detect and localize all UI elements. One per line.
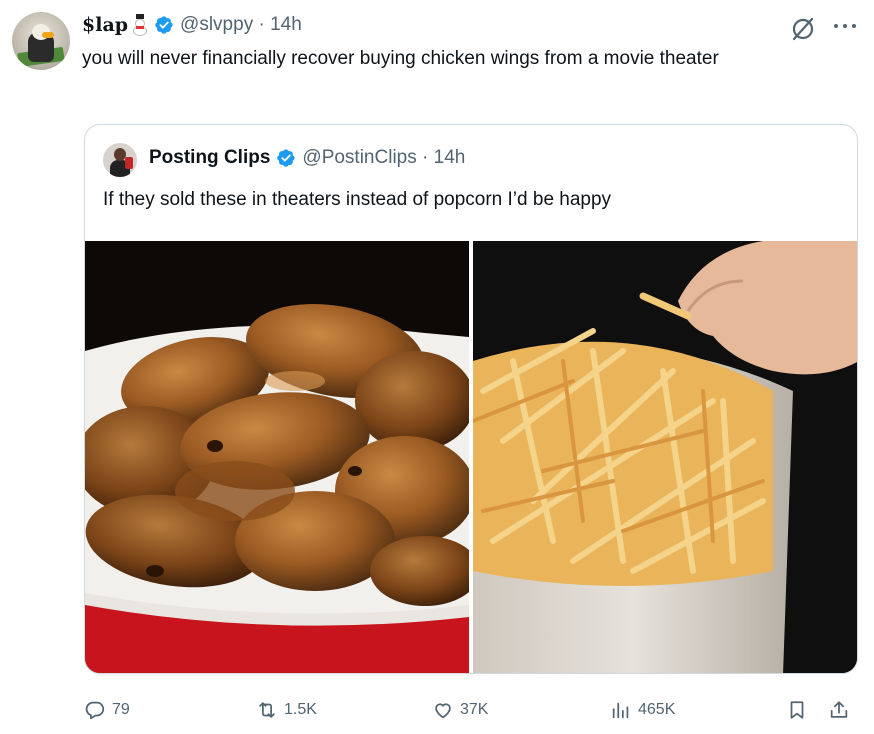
like-count: 37K xyxy=(460,701,489,718)
author-handle[interactable]: @slvppy xyxy=(180,14,253,36)
reply-count: 79 xyxy=(112,701,130,718)
verified-badge-icon[interactable] xyxy=(276,148,296,168)
share-icon xyxy=(830,701,848,718)
mute-icon[interactable] xyxy=(790,16,816,42)
author-display-name[interactable]: $lap xyxy=(82,14,128,36)
tweet-actions-bar: 79 1.5K 37K 465K xyxy=(0,696,874,724)
more-icon[interactable] xyxy=(832,22,858,30)
tweet-header: $lap @slvppy · 14h xyxy=(82,12,302,38)
quoted-tweet-card[interactable]: Posting Clips @PostinClips · 14h If they… xyxy=(84,124,858,674)
quoted-author-display-name[interactable]: Posting Clips xyxy=(149,147,270,169)
french-fries-image[interactable] xyxy=(473,241,857,673)
retweet-count: 1.5K xyxy=(284,701,317,718)
quoted-tweet-timestamp[interactable]: 14h xyxy=(434,147,466,169)
tweet-text: you will never financially recover buyin… xyxy=(82,48,719,69)
snowman-emoji-icon xyxy=(131,14,149,36)
quoted-tweet-header: Posting Clips @PostinClips · 14h xyxy=(149,147,465,169)
quoted-author-handle[interactable]: @PostinClips xyxy=(302,147,416,169)
separator-dot: · xyxy=(253,14,271,35)
separator-dot: · xyxy=(416,147,434,168)
reply-button[interactable]: 79 xyxy=(84,696,130,724)
verified-badge-icon[interactable] xyxy=(154,15,174,35)
author-avatar[interactable] xyxy=(12,12,70,70)
like-icon xyxy=(435,703,451,719)
chicken-wings-image[interactable] xyxy=(85,241,469,673)
quoted-author-avatar[interactable] xyxy=(103,143,137,177)
bookmark-icon xyxy=(790,701,804,719)
retweet-icon xyxy=(259,702,275,718)
views-icon xyxy=(612,702,629,719)
tweet-timestamp[interactable]: 14h xyxy=(270,14,302,36)
share-button[interactable] xyxy=(828,696,856,724)
quoted-tweet-text: If they sold these in theaters instead o… xyxy=(103,189,612,210)
reply-icon xyxy=(85,701,105,720)
views-count: 465K xyxy=(638,701,676,718)
bookmark-button[interactable] xyxy=(786,696,814,724)
like-button[interactable]: 37K xyxy=(432,696,488,724)
retweet-button[interactable]: 1.5K xyxy=(256,696,317,724)
views-button[interactable]: 465K xyxy=(610,696,675,724)
